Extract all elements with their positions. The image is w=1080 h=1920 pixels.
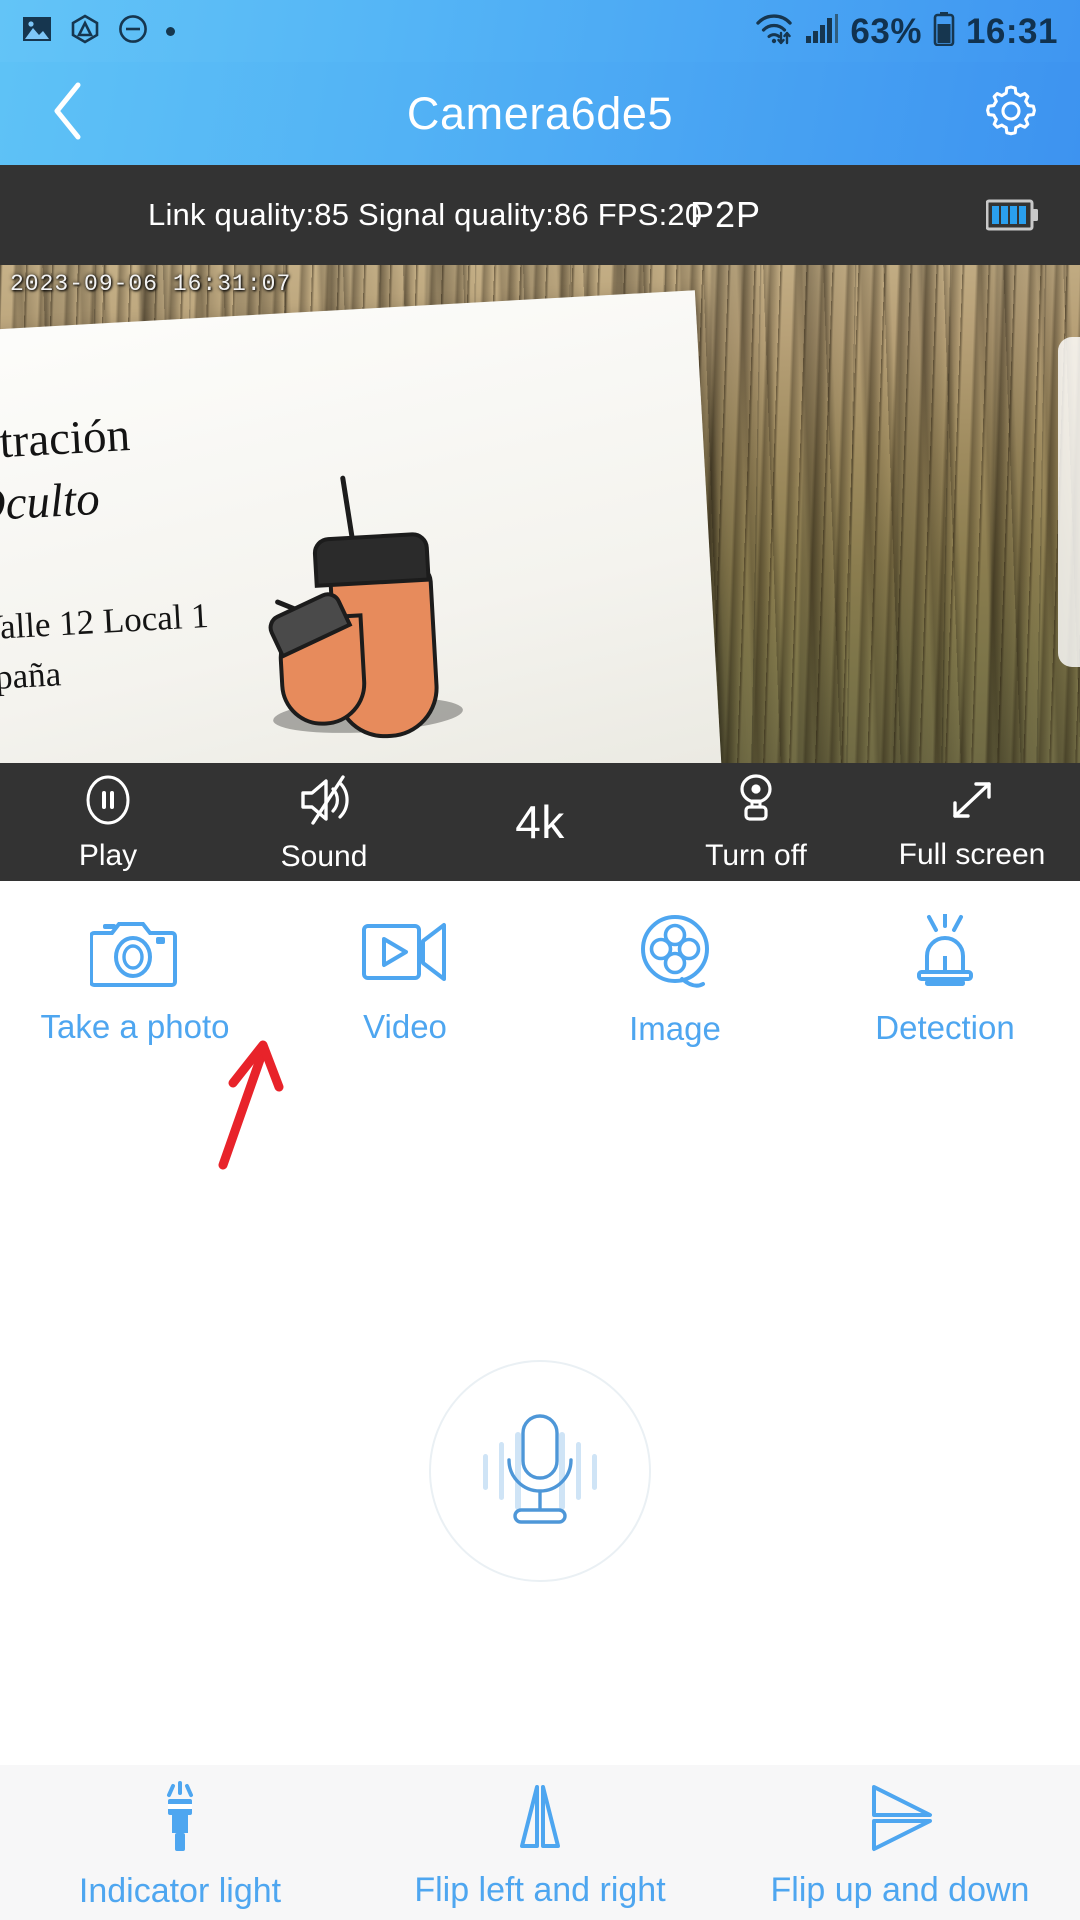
- status-bar-left-icons: [22, 14, 175, 49]
- control-play[interactable]: Play: [0, 774, 216, 871]
- microphone-icon: [465, 1394, 615, 1549]
- action-image-label: Image: [629, 1012, 721, 1045]
- push-to-talk-area: [0, 1360, 1080, 1582]
- action-detection[interactable]: Detection: [810, 914, 1080, 1044]
- signal-battery-icon: [986, 198, 1040, 232]
- flashlight-icon: [151, 1781, 209, 1860]
- status-bar-right: 63% 16:31: [754, 12, 1058, 51]
- camera-icon: [90, 915, 180, 994]
- gear-icon: [984, 84, 1038, 143]
- wifi-data-icon: [754, 12, 794, 51]
- speaker-muted-icon: [295, 773, 353, 832]
- bottom-flip-horizontal[interactable]: Flip left and right: [360, 1782, 720, 1907]
- app-screen: 63% 16:31 Camera6de5: [0, 0, 1080, 1920]
- pause-circle-icon: [82, 774, 134, 831]
- control-full-screen-label: Full screen: [899, 840, 1046, 870]
- paper-line-5: lto.es: [0, 757, 59, 763]
- chevron-left-icon: [49, 80, 89, 147]
- connection-mode-label: P2P: [690, 194, 761, 236]
- cellular-signal-icon: [805, 14, 839, 49]
- battery-icon: [933, 12, 955, 51]
- action-detection-label: Detection: [875, 1011, 1014, 1044]
- control-turn-off-label: Turn off: [705, 841, 807, 871]
- bottom-flip-vertical-label: Flip up and down: [771, 1873, 1030, 1907]
- paper-line-1: istración: [0, 408, 131, 471]
- control-sound[interactable]: Sound: [216, 773, 432, 872]
- video-scroll-indicator[interactable]: [1058, 337, 1080, 667]
- video-paper-document: istración Oculto Valle 12 Local 1 spaña …: [0, 290, 724, 763]
- control-play-label: Play: [79, 841, 137, 871]
- paper-line-4: spaña: [0, 654, 62, 698]
- page-title: Camera6de5: [0, 88, 1080, 140]
- film-reel-icon: [634, 913, 716, 996]
- bottom-toolbar: Indicator light Flip left and right Flip…: [0, 1765, 1080, 1920]
- video-camera-icon: [359, 915, 451, 994]
- title-bar: Camera6de5: [0, 62, 1080, 165]
- bottom-indicator-light[interactable]: Indicator light: [0, 1781, 360, 1908]
- action-image[interactable]: Image: [540, 913, 810, 1045]
- settings-button[interactable]: [976, 79, 1046, 149]
- bottom-flip-vertical[interactable]: Flip up and down: [720, 1782, 1080, 1907]
- drive-triangle-icon: [70, 14, 100, 49]
- paper-line-3: Valle 12 Local 1: [0, 596, 210, 649]
- resolution-4k-label: 4k: [515, 795, 565, 849]
- flip-vertical-icon: [860, 1782, 940, 1859]
- clock-label: 16:31: [966, 14, 1058, 49]
- bottom-flip-horizontal-label: Flip left and right: [414, 1873, 665, 1907]
- dnd-minus-icon: [118, 14, 148, 49]
- flip-horizontal-icon: [500, 1782, 580, 1859]
- stream-stats-label: Link quality:85 Signal quality:86 FPS:20: [148, 197, 702, 233]
- action-take-a-photo-label: Take a photo: [41, 1010, 230, 1043]
- live-video-view[interactable]: istración Oculto Valle 12 Local 1 spaña …: [0, 265, 1080, 763]
- battery-percent-label: 63%: [850, 14, 922, 49]
- control-full-screen[interactable]: Full screen: [864, 775, 1080, 870]
- alarm-siren-icon: [905, 914, 985, 995]
- dot-icon: [166, 27, 175, 36]
- control-resolution[interactable]: 4k: [432, 795, 648, 849]
- photo-icon: [22, 15, 52, 48]
- paper-line-2: Oculto: [0, 472, 101, 533]
- video-timestamp: 2023-09-06 16:31:07: [10, 271, 291, 297]
- push-to-talk-button[interactable]: [429, 1360, 651, 1582]
- expand-arrows-icon: [946, 775, 998, 830]
- stream-info-bar: Link quality:85 Signal quality:86 FPS:20…: [0, 165, 1080, 265]
- action-row: Take a photo Video: [0, 881, 1080, 1071]
- back-button[interactable]: [34, 79, 104, 149]
- camera-power-icon: [731, 774, 781, 831]
- action-video-label: Video: [363, 1010, 447, 1043]
- action-take-a-photo[interactable]: Take a photo: [0, 915, 270, 1043]
- action-video[interactable]: Video: [270, 915, 540, 1043]
- player-control-bar: Play Sound 4k: [0, 763, 1080, 881]
- acorn-illustration: [172, 411, 520, 763]
- control-sound-label: Sound: [281, 842, 368, 872]
- status-bar: 63% 16:31: [0, 0, 1080, 62]
- bottom-indicator-light-label: Indicator light: [79, 1874, 281, 1908]
- control-turn-off[interactable]: Turn off: [648, 774, 864, 871]
